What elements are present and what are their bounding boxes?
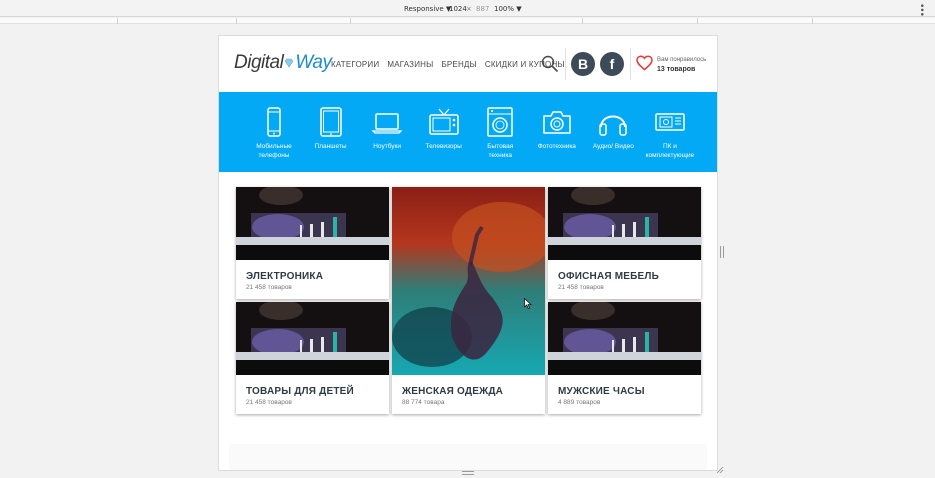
devtools-toolbar: Responsive ▼ 1024 × 887 100% ▼ ••• [0,0,935,17]
category-label: Мобильные телефоны [256,143,292,159]
favorites-caption: Вам понравилось [657,57,707,63]
category-label: Планшеты [314,143,347,150]
category-appliances[interactable]: Бытовая техника [475,92,525,172]
camera-icon [543,111,571,134]
logo[interactable]: Digital Way [234,52,332,74]
category-tv[interactable]: Телевизоры [419,92,469,172]
mouse-cursor-icon [524,298,532,309]
category-label: Ноутбуки [373,143,402,150]
tv-icon [428,108,459,135]
media-query-ruler [0,18,935,24]
category-mobile[interactable]: Мобильные телефоны [249,92,299,172]
category-tile-electronics[interactable]: ЭЛЕКТРОНИКА 21 458 товаров [236,187,389,299]
category-audio-video[interactable]: Аудио/ Видео [588,92,638,172]
category-tile-mens-watches[interactable]: МУЖСКИЕ ЧАСЫ 4 889 товаров [548,302,701,414]
category-pc[interactable]: ПК и комплектующие [645,92,695,172]
pc-icon [655,113,685,131]
site-header: Digital Way КАТЕГОРИИ МАГАЗИНЫ БРЕНДЫ СКИ… [219,36,717,92]
resize-handle-bottom[interactable] [462,471,474,475]
category-bar: Мобильные телефоны Планшеты Ноутбуки Тел… [219,92,717,172]
runway-photo [236,302,389,375]
runway-photo [236,187,389,260]
category-tablets[interactable]: Планшеты [306,92,356,172]
header-divider [630,48,631,80]
header-divider [565,48,566,80]
category-tile-womens-clothing[interactable]: ЖЕНСКАЯ ОДЕЖДА 88 774 товара [392,187,545,414]
tile-title: МУЖСКИЕ ЧАСЫ [558,386,645,397]
tile-count: 88 774 товара [402,399,445,406]
tile-title: ЖЕНСКАЯ ОДЕЖДА [402,386,504,397]
vk-button[interactable]: В [571,52,595,76]
runway-photo [548,187,701,260]
resize-corner-icon[interactable] [716,466,724,474]
favorites-summary[interactable]: Вам понравилось 13 товаров [657,56,706,74]
category-photo[interactable]: Фототехника [532,92,582,172]
washing-machine-icon [487,107,513,137]
tile-title: ТОВАРЫ ДЛЯ ДЕТЕЙ [246,386,354,397]
main-nav: КАТЕГОРИИ МАГАЗИНЫ БРЕНДЫ СКИДКИ И КУПОН… [331,60,565,69]
runway-photo [548,302,701,375]
tile-count: 21 458 товаров [558,284,604,291]
tile-title: ЭЛЕКТРОНИКА [246,271,324,282]
dancer-photo [392,187,545,375]
resize-handle-right[interactable] [720,246,724,258]
more-options-icon[interactable]: ••• [916,3,926,16]
tile-count: 21 458 товаров [246,284,292,291]
tile-title: ОФИСНАЯ МЕБЕЛЬ [558,271,659,282]
facebook-button[interactable]: f [600,52,624,76]
zoom-select[interactable]: 100% ▼ [494,5,522,13]
category-label: Телевизоры [425,143,462,150]
logo-text-way: Way [295,52,332,73]
viewport-height[interactable]: 887 [476,5,489,13]
category-label: Бытовая техника [487,143,514,159]
tile-count: 4 889 товаров [558,399,601,406]
logo-gem-icon [284,58,294,68]
favorites-count: 13 товаров [657,66,696,73]
laptop-icon [372,113,403,134]
footer-placeholder [229,444,707,470]
nav-stores[interactable]: МАГАЗИНЫ [387,60,433,69]
viewport-width[interactable]: 1024 [449,5,467,13]
device-mode-select[interactable]: Responsive ▼ [404,5,451,13]
heart-icon[interactable] [636,55,653,71]
mobile-phone-icon [267,107,281,137]
tile-count: 21 458 товаров [246,399,292,406]
category-tile-office-furniture[interactable]: ОФИСНАЯ МЕБЕЛЬ 21 458 товаров [548,187,701,299]
category-laptops[interactable]: Ноутбуки [362,92,412,172]
category-label: ПК и комплектующие [645,143,695,159]
dimension-separator: × [466,5,472,13]
category-label: Аудио/ Видео [592,143,634,150]
search-icon[interactable] [541,55,559,73]
nav-categories[interactable]: КАТЕГОРИИ [331,60,379,69]
page-viewport: Digital Way КАТЕГОРИИ МАГАЗИНЫ БРЕНДЫ СКИ… [218,35,718,471]
nav-brands[interactable]: БРЕНДЫ [441,60,476,69]
category-tile-kids[interactable]: ТОВАРЫ ДЛЯ ДЕТЕЙ 21 458 товаров [236,302,389,414]
category-label: Фототехника [537,143,576,150]
logo-text-digital: Digital [234,52,284,73]
headphones-icon [599,115,628,136]
tablet-icon [319,107,342,137]
